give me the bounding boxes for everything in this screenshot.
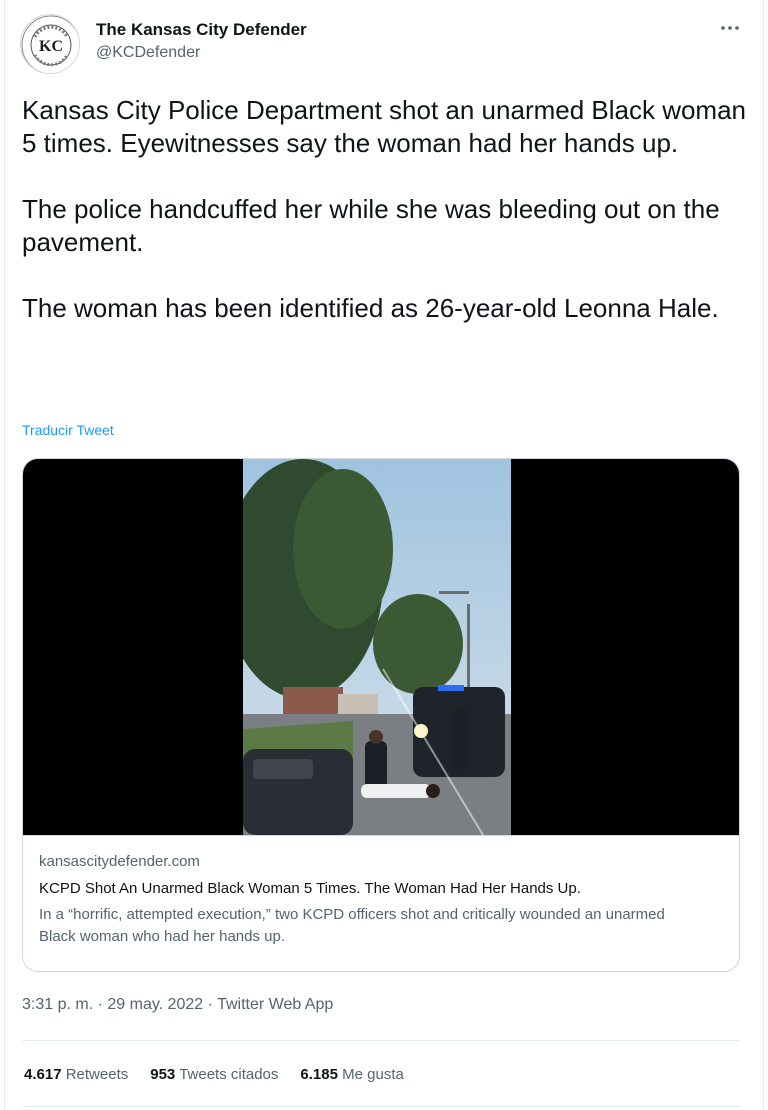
card-title: KCPD Shot An Unarmed Black Woman 5 Times… (39, 880, 581, 897)
tweet-timestamp[interactable]: 3:31 p. m. · 29 may. 2022 · Twitter Web … (22, 996, 333, 1014)
card-body[interactable]: kansascitydefender.com KCPD Shot An Unar… (23, 835, 739, 971)
video-thumbnail (243, 459, 511, 835)
card-media[interactable] (23, 459, 739, 835)
retweets-label: Retweets (65, 1066, 129, 1083)
quotes-stat[interactable]: 953 Tweets citados (150, 1066, 278, 1083)
user-handle[interactable]: @KCDefender (96, 42, 307, 64)
quotes-count: 953 (150, 1066, 176, 1083)
kc-defender-logo: KC (21, 15, 79, 73)
divider (22, 1106, 740, 1107)
translate-tweet-link[interactable]: Traducir Tweet (22, 422, 114, 438)
avatar-initials: KC (39, 38, 63, 55)
likes-label: Me gusta (342, 1066, 404, 1083)
more-options-icon[interactable] (718, 18, 742, 38)
retweets-count: 4.617 (24, 1066, 62, 1083)
likes-stat[interactable]: 6.185 Me gusta (300, 1066, 403, 1083)
divider (22, 1040, 740, 1041)
quotes-label: Tweets citados (179, 1066, 279, 1083)
display-name[interactable]: The Kansas City Defender (96, 20, 307, 40)
avatar[interactable]: KC (20, 14, 80, 74)
tweet-header: KC The Kansas City Defender @KCDefender (20, 14, 742, 78)
engagement-stats: 4.617 Retweets 953 Tweets citados 6.185 … (24, 1066, 404, 1083)
likes-count: 6.185 (300, 1066, 338, 1083)
retweets-stat[interactable]: 4.617 Retweets (24, 1066, 128, 1083)
link-card[interactable]: kansascitydefender.com KCPD Shot An Unar… (22, 458, 740, 972)
card-domain: kansascitydefender.com (39, 853, 200, 870)
author-names: The Kansas City Defender @KCDefender (96, 20, 307, 64)
tweet-text: Kansas City Police Department shot an un… (22, 95, 747, 323)
card-description: In a “horrific, attempted execution,” tw… (39, 906, 665, 945)
